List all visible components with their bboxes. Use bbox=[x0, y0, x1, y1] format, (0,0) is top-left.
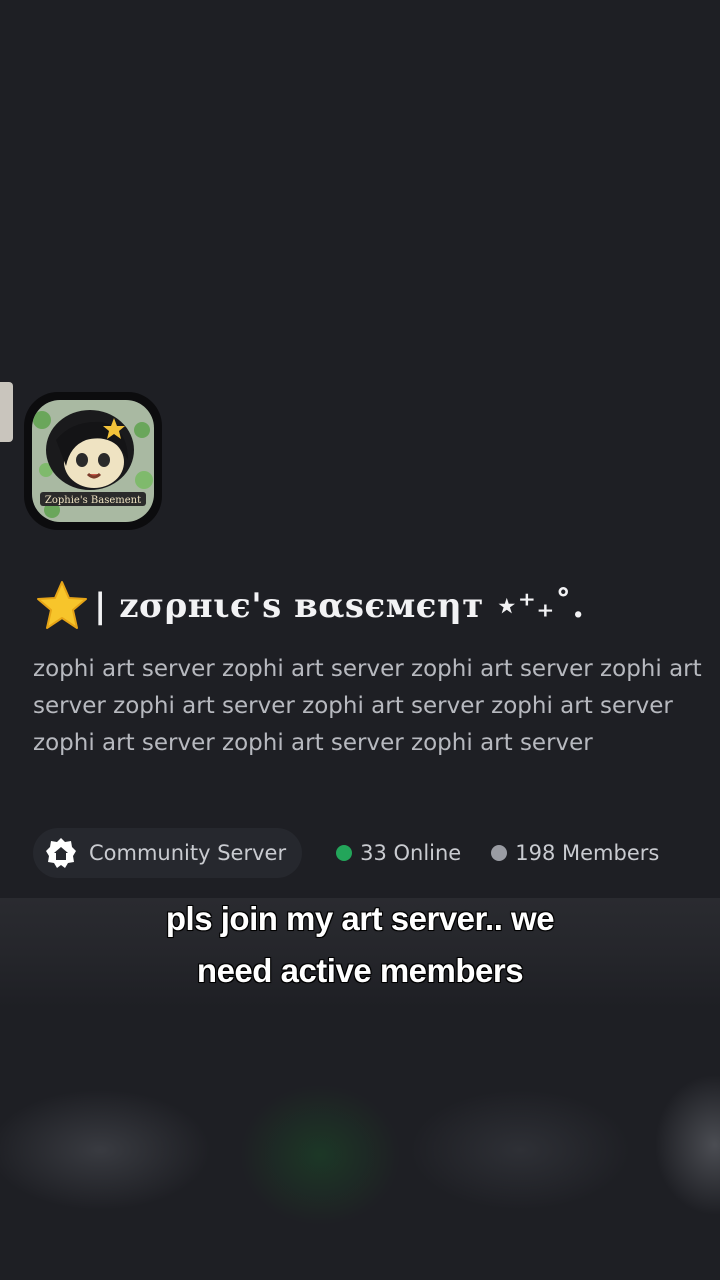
online-count: 33 Online bbox=[336, 841, 461, 865]
members-status-dot bbox=[491, 845, 508, 861]
online-status-dot bbox=[336, 845, 353, 861]
caption-line-1: pls join my art server.. we bbox=[165, 900, 555, 937]
server-name: | zσρнιє's вαѕємєηт ⋆⁺₊˚. bbox=[34, 578, 704, 634]
member-count-label: 198 Members bbox=[515, 841, 660, 865]
server-info-row: Community Server 33 Online 198 Members bbox=[33, 828, 703, 878]
server-name-text: | zσρнιє's вαѕємєηт ⋆⁺₊˚. bbox=[94, 586, 585, 626]
server-avatar: Zophie's Basement bbox=[32, 400, 154, 522]
video-caption: pls join my art server.. we need active … bbox=[60, 893, 660, 997]
scroll-handle[interactable] bbox=[0, 382, 13, 442]
star-icon bbox=[37, 581, 87, 629]
server-description: zophi art server zophi art server zophi … bbox=[33, 656, 702, 756]
blurred-bottom-content bbox=[0, 1060, 720, 1240]
online-count-label: 33 Online bbox=[360, 841, 462, 865]
community-server-badge[interactable]: Community Server bbox=[33, 828, 303, 878]
community-home-icon bbox=[46, 838, 76, 868]
community-server-label: Community Server bbox=[89, 841, 287, 865]
caption-line-2: need active members bbox=[196, 952, 524, 989]
svg-text:Zophie's Basement: Zophie's Basement bbox=[45, 495, 141, 506]
server-icon-frame: Zophie's Basement bbox=[24, 392, 162, 530]
member-count: 198 Members bbox=[491, 841, 659, 865]
